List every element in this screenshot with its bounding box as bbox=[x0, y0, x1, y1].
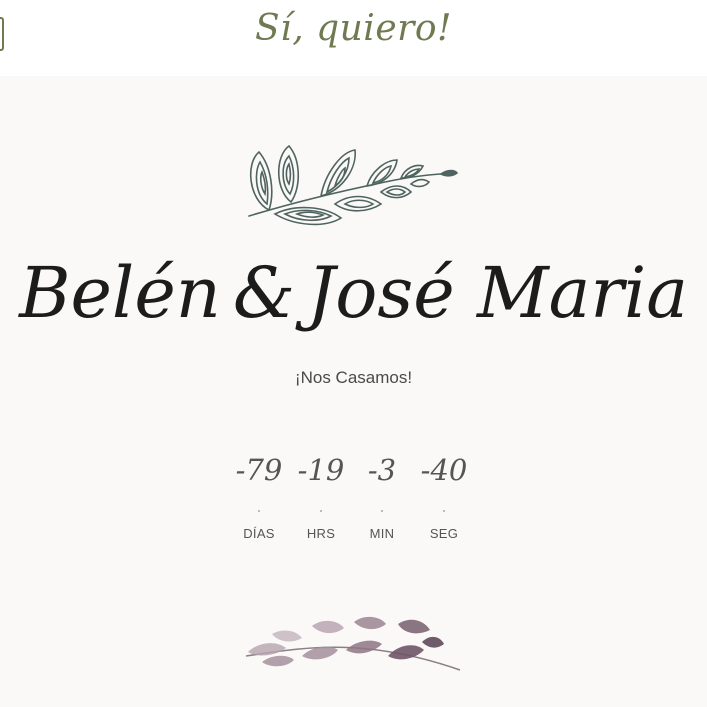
hero-section: Belén & José Maria ¡Nos Casamos! -79 DÍAS … bbox=[0, 76, 707, 707]
separator-dot bbox=[381, 510, 383, 512]
countdown-minutes-label: MIN bbox=[369, 526, 395, 541]
name-bride: Belén bbox=[19, 252, 221, 334]
separator-dot bbox=[258, 510, 260, 512]
ampersand: & bbox=[232, 252, 296, 334]
couple-names: Belén & José Maria bbox=[0, 248, 707, 338]
top-navbar: Sí, quiero! bbox=[0, 0, 707, 76]
separator-dot bbox=[443, 510, 445, 512]
subtitle: ¡Nos Casamos! bbox=[294, 368, 413, 387]
separator-dot bbox=[320, 510, 322, 512]
countdown-hours-label: HRS bbox=[306, 526, 336, 541]
countdown-days: -79 DÍAS bbox=[228, 448, 290, 541]
countdown-minutes-value: -3 bbox=[367, 453, 397, 487]
countdown-minutes: -3 MIN bbox=[351, 448, 413, 541]
countdown: -79 DÍAS -19 HRS -3 MIN -40 SEG bbox=[228, 448, 478, 548]
countdown-days-label: DÍAS bbox=[243, 526, 275, 541]
countdown-hours: -19 HRS bbox=[290, 448, 352, 541]
olive-branch-icon bbox=[248, 144, 459, 226]
countdown-hours-value: -19 bbox=[297, 453, 345, 487]
lavender-branch-icon bbox=[245, 616, 461, 671]
countdown-seconds: -40 SEG bbox=[413, 448, 475, 541]
page: Sí, quiero! Belén & José Maria ¡Nos Casa… bbox=[0, 0, 707, 707]
countdown-seconds-value: -40 bbox=[420, 453, 468, 487]
name-groom: José Maria bbox=[307, 252, 688, 334]
countdown-seconds-label: SEG bbox=[429, 526, 459, 541]
countdown-days-value: -79 bbox=[235, 453, 283, 487]
site-logo[interactable]: Sí, quiero! bbox=[0, 8, 707, 49]
